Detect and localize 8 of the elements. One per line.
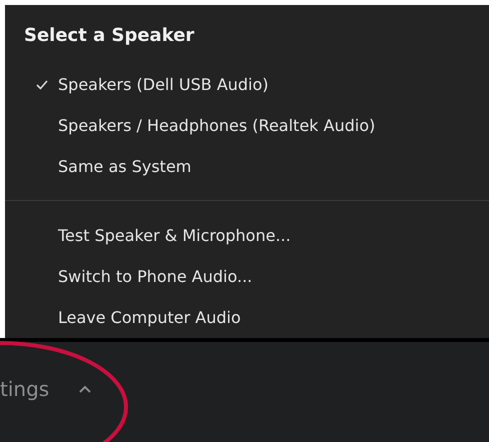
menu-title: Select a Speaker [24,25,196,47]
menu-item[interactable]: Same as System [58,157,192,176]
menu-item[interactable]: Speakers / Headphones (Realtek Audio) [58,116,376,136]
caret-up-icon [79,385,92,393]
menu-item[interactable]: Leave Computer Audio [58,308,241,327]
menu-item[interactable]: Speakers (Dell USB Audio) [58,75,269,94]
menu-item[interactable]: Switch to Phone Audio... [58,266,252,286]
menu-item[interactable]: Test Speaker & Microphone... [58,226,291,245]
